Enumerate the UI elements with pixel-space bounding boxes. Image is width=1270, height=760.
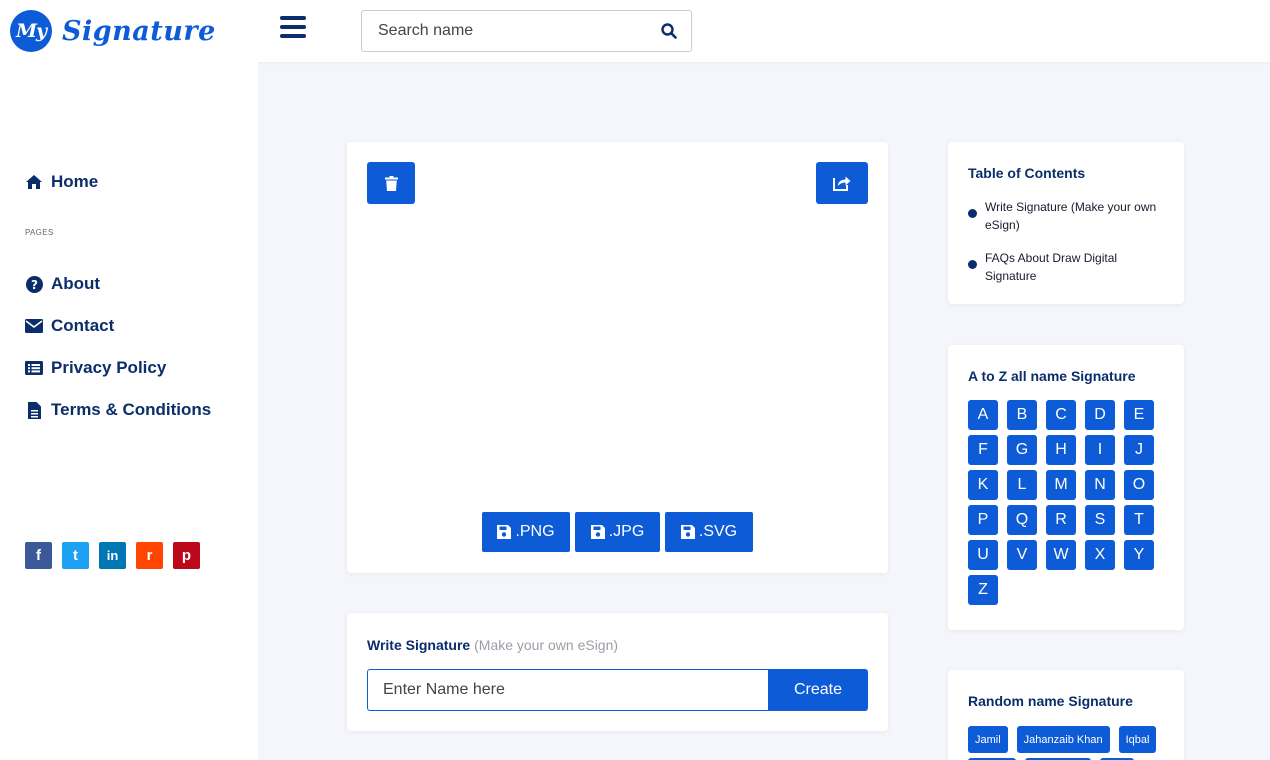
- letter-button[interactable]: H: [1046, 435, 1076, 465]
- download-buttons: .PNG .JPG .SVG: [482, 512, 753, 552]
- sidebar: Home PAGES ? About Contact Privacy Polic…: [0, 62, 258, 760]
- linkedin-icon[interactable]: in: [99, 542, 126, 569]
- pinterest-icon[interactable]: p: [173, 542, 200, 569]
- save-icon: [590, 525, 605, 539]
- letter-button[interactable]: E: [1124, 400, 1154, 430]
- search-icon: [661, 23, 677, 39]
- write-signature-form: Create: [367, 669, 868, 711]
- clear-button[interactable]: [367, 162, 415, 204]
- letter-button[interactable]: T: [1124, 505, 1154, 535]
- toc-item-write-signature[interactable]: Write Signature (Make your own eSign): [968, 198, 1158, 234]
- random-name-button[interactable]: Jamil: [968, 726, 1008, 753]
- write-title-sub: (Make your own eSign): [474, 637, 619, 653]
- letter-button[interactable]: Q: [1007, 505, 1037, 535]
- top-bar: My Signature: [0, 0, 1270, 62]
- save-icon: [497, 525, 512, 539]
- letter-button[interactable]: F: [968, 435, 998, 465]
- reddit-icon[interactable]: r: [136, 542, 163, 569]
- sidebar-item-label: Contact: [51, 316, 115, 335]
- download-jpg-button[interactable]: .JPG: [575, 512, 660, 552]
- letter-button[interactable]: P: [968, 505, 998, 535]
- random-names-title: Random name Signature: [968, 693, 1133, 709]
- save-icon: [680, 525, 695, 539]
- a-to-z-title: A to Z all name Signature: [968, 368, 1136, 384]
- toc-card: Table of Contents Write Signature (Make …: [948, 142, 1184, 304]
- list-alt-icon: [25, 359, 43, 377]
- search-button[interactable]: [647, 11, 691, 51]
- letter-button[interactable]: X: [1085, 540, 1115, 570]
- toc-item-faqs[interactable]: FAQs About Draw Digital Signature: [968, 249, 1158, 285]
- letter-button[interactable]: N: [1085, 470, 1115, 500]
- facebook-icon[interactable]: f: [25, 542, 52, 569]
- toc-item-label: Write Signature (Make your own eSign): [985, 200, 1157, 232]
- share-button[interactable]: [816, 162, 868, 204]
- sidebar-item-home[interactable]: Home: [25, 172, 98, 192]
- sidebar-item-label: Home: [51, 172, 99, 191]
- letter-button[interactable]: Y: [1124, 540, 1154, 570]
- file-alt-icon: [25, 401, 43, 419]
- bullet-icon: [968, 260, 977, 269]
- question-circle-icon: ?: [25, 275, 43, 293]
- letter-button[interactable]: I: [1085, 435, 1115, 465]
- letter-button[interactable]: W: [1046, 540, 1076, 570]
- logo[interactable]: My Signature: [10, 10, 216, 52]
- write-signature-title: Write Signature (Make your own eSign): [367, 637, 618, 653]
- logo-mark: My: [10, 10, 52, 52]
- letter-button[interactable]: B: [1007, 400, 1037, 430]
- letter-button[interactable]: U: [968, 540, 998, 570]
- sidebar-item-terms[interactable]: Terms & Conditions: [25, 400, 211, 420]
- letter-button[interactable]: V: [1007, 540, 1037, 570]
- letter-button[interactable]: D: [1085, 400, 1115, 430]
- letter-button[interactable]: L: [1007, 470, 1037, 500]
- random-name-button[interactable]: Jahanzaib Khan: [1016, 726, 1110, 753]
- a-to-z-card: A to Z all name Signature A B C D E F G …: [948, 345, 1184, 630]
- download-png-button[interactable]: .PNG: [482, 512, 570, 552]
- random-names-row: Jamil Jahanzaib Khan Iqbal: [968, 726, 1157, 753]
- letter-button[interactable]: Z: [968, 575, 998, 605]
- signature-canvas-card: .PNG .JPG .SVG: [347, 142, 888, 573]
- sidebar-item-label: About: [51, 274, 101, 293]
- search-box: [361, 10, 692, 52]
- random-names-card: Random name Signature Jamil Jahanzaib Kh…: [948, 670, 1184, 760]
- sidebar-item-label: Privacy Policy: [51, 358, 167, 377]
- trash-icon: [384, 175, 398, 191]
- pages-section-label: PAGES: [25, 228, 54, 237]
- random-name-button[interactable]: Iqbal: [1118, 726, 1157, 753]
- sidebar-item-label: Terms & Conditions: [51, 400, 212, 419]
- bullet-icon: [968, 209, 977, 218]
- letter-button[interactable]: G: [1007, 435, 1037, 465]
- sidebar-item-privacy-policy[interactable]: Privacy Policy: [25, 358, 166, 378]
- twitter-icon[interactable]: t: [62, 542, 89, 569]
- letter-button[interactable]: J: [1124, 435, 1154, 465]
- letter-button[interactable]: M: [1046, 470, 1076, 500]
- sidebar-item-contact[interactable]: Contact: [25, 316, 114, 336]
- sidebar-item-about[interactable]: ? About: [25, 274, 100, 294]
- letter-button[interactable]: A: [968, 400, 998, 430]
- home-icon: [25, 173, 43, 191]
- download-label: .JPG: [608, 523, 645, 540]
- letter-button[interactable]: C: [1046, 400, 1076, 430]
- logo-text: Signature: [62, 15, 216, 47]
- social-links: f t in r p: [25, 542, 200, 569]
- svg-text:?: ?: [31, 277, 38, 291]
- letter-button[interactable]: R: [1046, 505, 1076, 535]
- download-label: .PNG: [515, 523, 555, 540]
- letter-button[interactable]: K: [968, 470, 998, 500]
- write-signature-card: Write Signature (Make your own eSign) Cr…: [347, 613, 888, 731]
- envelope-icon: [25, 317, 43, 335]
- share-icon: [833, 176, 851, 191]
- letter-button[interactable]: S: [1085, 505, 1115, 535]
- toc-title: Table of Contents: [968, 165, 1086, 181]
- download-label: .SVG: [698, 523, 738, 540]
- write-title-main: Write Signature: [367, 637, 471, 653]
- download-svg-button[interactable]: .SVG: [665, 512, 753, 552]
- search-input[interactable]: [362, 22, 647, 40]
- menu-icon[interactable]: [280, 16, 306, 40]
- name-input[interactable]: [367, 669, 768, 711]
- toc-item-label: FAQs About Draw Digital Signature: [985, 251, 1118, 283]
- letter-button[interactable]: O: [1124, 470, 1154, 500]
- create-button[interactable]: Create: [768, 669, 868, 711]
- letter-grid: A B C D E F G H I J K L M N O P Q R S T …: [968, 400, 1154, 605]
